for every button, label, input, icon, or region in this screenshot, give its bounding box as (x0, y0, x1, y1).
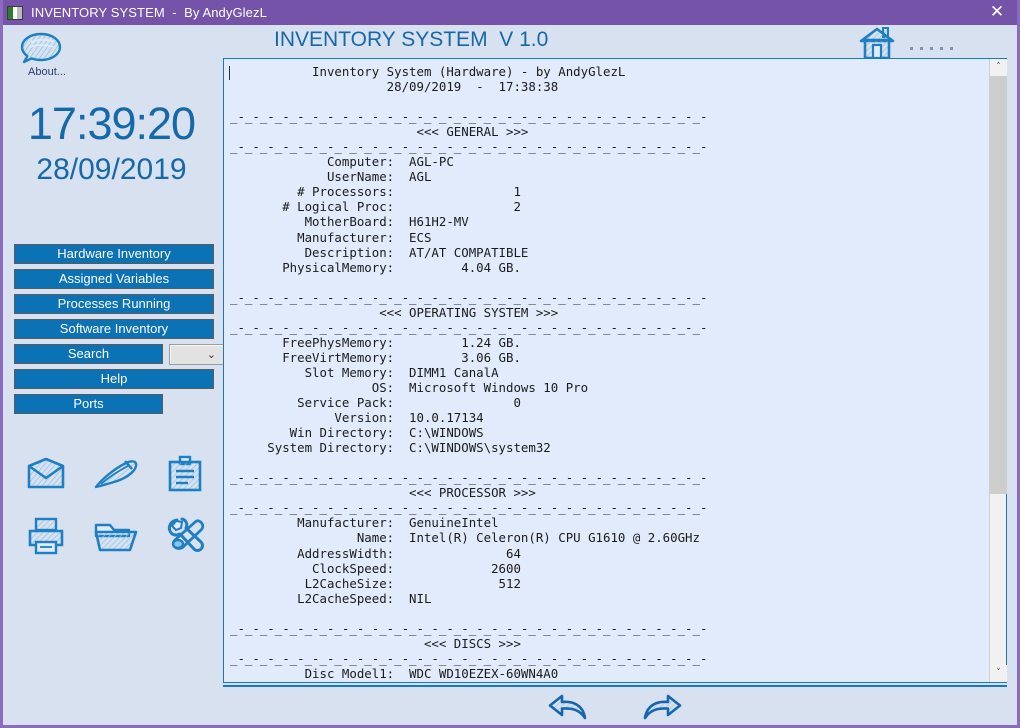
clipboard-icon[interactable] (150, 443, 220, 505)
tools-icon[interactable] (150, 505, 220, 567)
search-button[interactable]: Search (14, 344, 163, 364)
about-button[interactable]: About... (19, 31, 75, 78)
assigned-variables-button[interactable]: Assigned Variables (14, 269, 214, 289)
report-text: Inventory System (Hardware) - by AndyGle… (224, 64, 989, 682)
page-title: INVENTORY SYSTEM V 1.0 (274, 28, 548, 52)
processes-running-button[interactable]: Processes Running (14, 294, 214, 314)
icon-toolbar (11, 443, 220, 567)
hardware-inventory-button[interactable]: Hardware Inventory (14, 244, 214, 264)
report-panel: Inventory System (Hardware) - by AndyGle… (223, 58, 1007, 683)
vertical-scrollbar[interactable]: ˄ ˅ (989, 59, 1006, 682)
feather-pen-icon[interactable] (81, 443, 151, 505)
title-bar: INVENTORY SYSTEM - By AndyGlezL ✕ (0, 0, 1020, 25)
text-caret (229, 66, 230, 80)
icon-row-bottom (11, 505, 220, 567)
house-icon[interactable] (857, 26, 899, 60)
back-arrow-icon[interactable] (547, 692, 589, 722)
icon-row-top (11, 443, 220, 505)
app-window-icon (7, 6, 23, 20)
navigation-buttons: Hardware Inventory Assigned Variables Pr… (14, 244, 214, 419)
forward-arrow-icon[interactable] (641, 692, 683, 722)
help-button[interactable]: Help (14, 369, 214, 389)
folder-icon[interactable] (81, 505, 151, 567)
report-textarea[interactable]: Inventory System (Hardware) - by AndyGle… (224, 59, 989, 682)
content-area: INVENTORY SYSTEM V 1.0 (220, 25, 1020, 725)
ports-button[interactable]: Ports (14, 394, 163, 414)
about-label: About... (19, 66, 75, 78)
sidebar: About... 17:39:20 28/09/2019 Hardware In… (3, 25, 220, 725)
clock-date: 28/09/2019 (3, 155, 220, 185)
scrollbar-thumb[interactable] (990, 76, 1007, 494)
speech-balloon-icon (19, 31, 75, 65)
scroll-down-icon[interactable]: ˅ (990, 665, 1007, 682)
printer-icon[interactable] (11, 505, 81, 567)
search-row: Search ⌄ (14, 344, 214, 369)
envelope-icon[interactable] (11, 443, 81, 505)
software-inventory-button[interactable]: Software Inventory (14, 319, 214, 339)
search-dropdown[interactable]: ⌄ (169, 344, 225, 365)
content-header: INVENTORY SYSTEM V 1.0 (220, 25, 1020, 58)
application-window: INVENTORY SYSTEM - By AndyGlezL ✕ About.… (0, 0, 1020, 728)
footer-navigation (223, 685, 1007, 727)
header-dots (910, 47, 953, 50)
scroll-up-icon[interactable]: ˄ (990, 59, 1007, 76)
window-title: INVENTORY SYSTEM - By AndyGlezL (31, 5, 267, 20)
chevron-down-icon: ⌄ (207, 349, 216, 360)
close-icon[interactable]: ✕ (974, 0, 1020, 25)
clock-time: 17:39:20 (3, 101, 220, 146)
